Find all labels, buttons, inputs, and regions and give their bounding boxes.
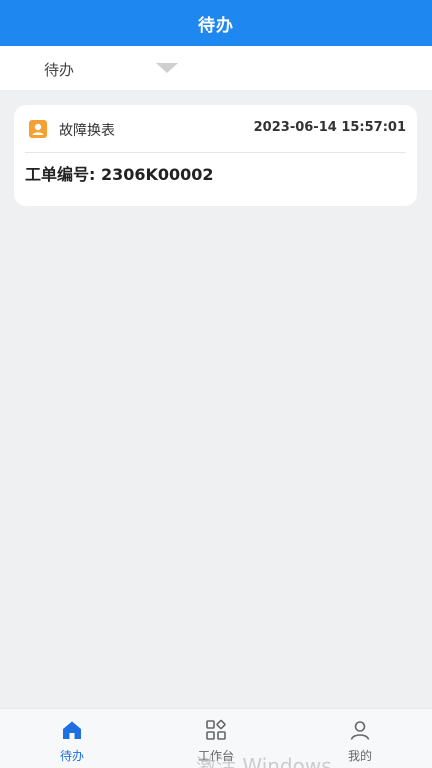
work-order-number: 工单编号: 2306K00002: [25, 165, 214, 184]
tab-todo-label: 待办: [59, 749, 84, 763]
user-icon: [350, 721, 370, 740]
grid-icon: [206, 719, 226, 740]
status-filter-dropdown[interactable]: 待办: [0, 46, 432, 90]
user-badge-icon: [29, 120, 47, 138]
page-title: 待办: [198, 15, 234, 36]
task-timestamp: 2023-06-14 15:57:01: [253, 120, 406, 135]
filter-label: 待办: [44, 61, 75, 79]
task-card[interactable]: 故障换表 2023-06-14 15:57:01 工单编号: 2306K0000…: [14, 105, 417, 206]
windows-activation-watermark: 激活 Windows: [196, 754, 332, 768]
tab-mine[interactable]: 我的: [320, 709, 400, 768]
tab-mine-label: 我的: [347, 749, 372, 763]
header-bar: 待办: [0, 0, 432, 46]
task-card-header: 故障换表 2023-06-14 15:57:01: [25, 105, 406, 153]
dropdown-arrow-icon[interactable]: [156, 63, 178, 73]
home-icon: [63, 721, 81, 739]
tab-todo[interactable]: 待办: [32, 709, 112, 768]
task-type-label: 故障换表: [59, 123, 115, 139]
app-root: 待办 待办 故障换表 2023-06-14 15:57:01 工单编号: 230…: [0, 0, 432, 768]
